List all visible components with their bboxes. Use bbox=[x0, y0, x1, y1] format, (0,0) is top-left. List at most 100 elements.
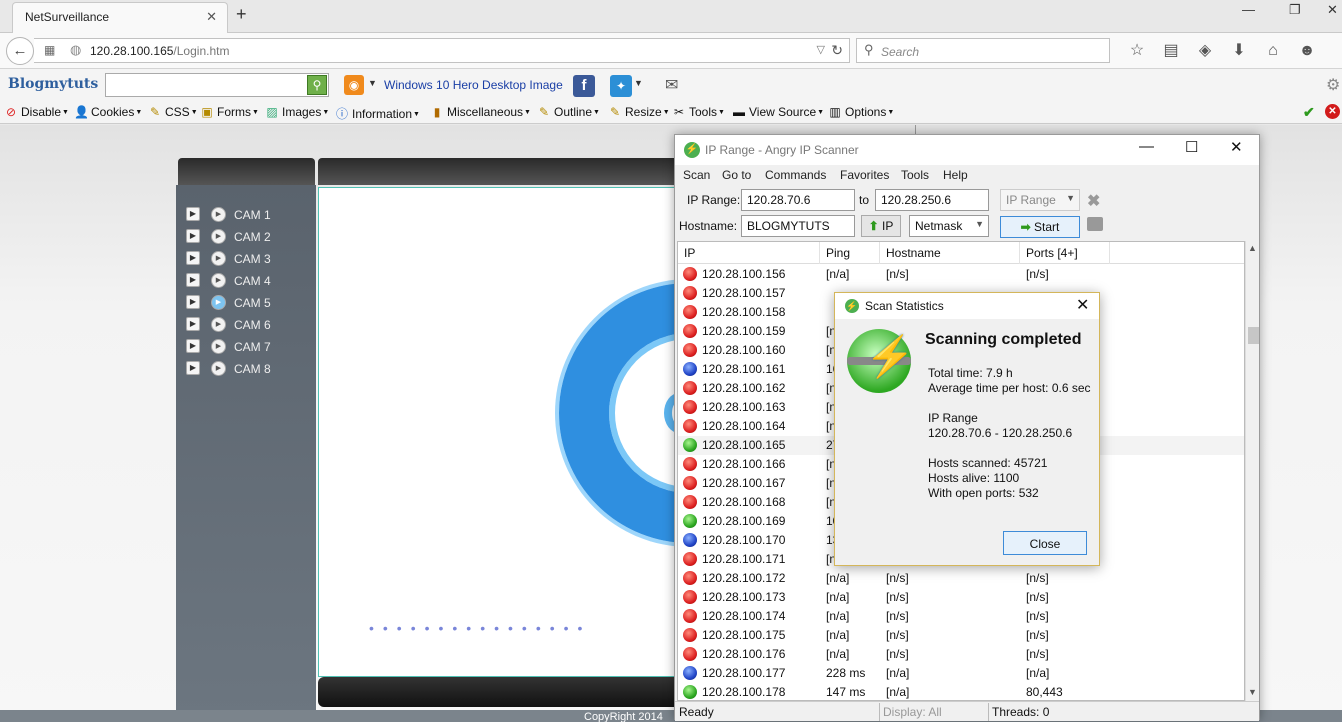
close-tab-icon[interactable]: ✕ bbox=[206, 9, 217, 25]
devbar-images[interactable]: ▨ Images▼ bbox=[265, 105, 329, 119]
hostname-input[interactable]: BLOGMYTUTS bbox=[741, 215, 855, 237]
play-icon[interactable]: ▶ bbox=[186, 361, 200, 375]
menu-commands[interactable]: Commands bbox=[765, 168, 826, 182]
devbar-cookies[interactable]: 👤 Cookies▼ bbox=[74, 105, 142, 119]
play-icon[interactable]: ▶ bbox=[186, 251, 200, 265]
facebook-icon[interactable]: f bbox=[573, 75, 595, 97]
pocket-icon[interactable]: ◈ bbox=[1188, 40, 1222, 60]
url-dropdown-icon[interactable]: ▽ bbox=[817, 43, 825, 56]
camera-item[interactable]: ▶ ▶ CAM 4 bbox=[186, 271, 306, 293]
minimize-icon[interactable]: — bbox=[1139, 138, 1154, 155]
new-tab-button[interactable]: + bbox=[236, 4, 247, 25]
camera-item-active[interactable]: ▶ ▶ CAM 5 bbox=[186, 293, 306, 315]
range-mode-select[interactable]: IP Range ▼ bbox=[1000, 189, 1080, 211]
restore-icon[interactable]: ❐ bbox=[1289, 2, 1301, 18]
play-icon[interactable]: ▶ bbox=[186, 317, 200, 331]
devbar-tools[interactable]: ✂ Tools▼ bbox=[672, 105, 725, 119]
play-icon[interactable]: ▶ bbox=[186, 273, 200, 287]
menu-scan[interactable]: Scan bbox=[683, 168, 710, 182]
tab-netsurveillance[interactable]: NetSurveillance ✕ bbox=[12, 2, 228, 33]
play-icon[interactable]: ▶ bbox=[186, 339, 200, 353]
devbar-disable[interactable]: ⊘ Disable▼ bbox=[4, 105, 69, 119]
scanner-title-bar[interactable]: ⚡ IP Range - Angry IP Scanner — ☐ ✕ bbox=[675, 135, 1259, 165]
devbar-miscellaneous[interactable]: ▮ Miscellaneous▼ bbox=[430, 105, 531, 119]
stream-icon[interactable]: ▶ bbox=[211, 229, 226, 244]
column-ping[interactable]: Ping bbox=[820, 242, 880, 264]
menu-help[interactable]: Help bbox=[943, 168, 968, 182]
bookmark-star-icon[interactable]: ☆ bbox=[1120, 40, 1154, 60]
table-row[interactable]: 120.28.100.178 147 ms [n/a] 80,443 bbox=[678, 683, 1244, 700]
stream-icon[interactable]: ▶ bbox=[211, 273, 226, 288]
hello-icon[interactable]: ☻ bbox=[1290, 42, 1324, 60]
table-row[interactable]: 120.28.100.172 [n/a] [n/s] [n/s] bbox=[678, 569, 1244, 588]
sidebar-toggle-icon[interactable]: ▦ bbox=[44, 43, 55, 57]
bookmark-link[interactable]: Windows 10 Hero Desktop Image bbox=[384, 78, 563, 92]
search-input[interactable]: ⚲ Search bbox=[856, 38, 1110, 63]
play-icon[interactable]: ▶ bbox=[186, 229, 200, 243]
table-row[interactable]: 120.28.100.173 [n/a] [n/s] [n/s] bbox=[678, 588, 1244, 607]
home-icon[interactable]: ⌂ bbox=[1256, 42, 1290, 60]
scroll-up-icon[interactable]: ▲ bbox=[1248, 243, 1257, 253]
close-window-icon[interactable]: ✕ bbox=[1327, 2, 1338, 18]
ip-from-input[interactable]: 120.28.70.6 bbox=[741, 189, 855, 211]
stream-icon[interactable]: ▶ bbox=[211, 207, 226, 222]
scroll-thumb[interactable] bbox=[1248, 327, 1259, 344]
start-button[interactable]: ➡ Start bbox=[1000, 216, 1080, 238]
back-button[interactable]: ← bbox=[6, 37, 34, 65]
devbar-view-source[interactable]: ▬ View Source▼ bbox=[732, 105, 824, 119]
table-row[interactable]: 120.28.100.175 [n/a] [n/s] [n/s] bbox=[678, 626, 1244, 645]
brand-logo[interactable]: Blogmytuts bbox=[8, 76, 98, 92]
camera-item[interactable]: ▶ ▶ CAM 7 bbox=[186, 337, 306, 359]
camera-item[interactable]: ▶ ▶ CAM 3 bbox=[186, 249, 306, 271]
netmask-select[interactable]: Netmask ▼ bbox=[909, 215, 989, 237]
dialog-close-icon[interactable]: ✕ bbox=[1076, 295, 1089, 315]
fetchers-icon[interactable] bbox=[1087, 217, 1103, 231]
rss-dropdown-icon[interactable]: ▼ bbox=[368, 78, 377, 88]
devbar-forms[interactable]: ▣ Forms▼ bbox=[200, 105, 259, 119]
url-bar[interactable]: ▦ ◍ 120.28.100.165/Login.htm ▽ ↻ bbox=[34, 38, 850, 63]
stream-active-icon[interactable]: ▶ bbox=[211, 295, 226, 310]
twitter-dropdown-icon[interactable]: ▼ bbox=[634, 78, 643, 88]
url-text[interactable]: 120.28.100.165/Login.htm bbox=[90, 44, 229, 58]
toolbar-search-button[interactable]: ⚲ bbox=[307, 75, 327, 95]
reading-list-icon[interactable]: ▤ bbox=[1154, 40, 1188, 60]
table-row[interactable]: 120.28.100.177 228 ms [n/a] [n/a] bbox=[678, 664, 1244, 683]
gear-icon[interactable]: ⚙ bbox=[1326, 75, 1340, 95]
close-button[interactable]: Close bbox=[1003, 531, 1087, 555]
column-ports[interactable]: Ports [4+] bbox=[1020, 242, 1110, 264]
toolbar-search-input[interactable]: ⚲ bbox=[105, 73, 329, 97]
devbar-css[interactable]: ✎ CSS▼ bbox=[148, 105, 198, 119]
menu-tools[interactable]: Tools bbox=[901, 168, 929, 182]
validation-ok-icon[interactable]: ✔ bbox=[1303, 104, 1315, 121]
play-icon[interactable]: ▶ bbox=[186, 295, 200, 309]
download-icon[interactable]: ⬇ bbox=[1222, 40, 1256, 60]
stream-icon[interactable]: ▶ bbox=[211, 339, 226, 354]
maximize-icon[interactable]: ☐ bbox=[1185, 138, 1198, 156]
ip-to-input[interactable]: 120.28.250.6 bbox=[875, 189, 989, 211]
twitter-icon[interactable]: ✦ bbox=[610, 75, 632, 97]
scroll-down-icon[interactable]: ▼ bbox=[1248, 687, 1257, 697]
table-row[interactable]: 120.28.100.156 [n/a] [n/s] [n/s] bbox=[678, 265, 1244, 284]
stream-icon[interactable]: ▶ bbox=[211, 361, 226, 376]
devbar-outline[interactable]: ✎ Outline▼ bbox=[537, 105, 600, 119]
stream-icon[interactable]: ▶ bbox=[211, 251, 226, 266]
close-icon[interactable]: ✕ bbox=[1230, 138, 1243, 156]
error-icon[interactable]: ✕ bbox=[1325, 104, 1340, 119]
column-hostname[interactable]: Hostname bbox=[880, 242, 1020, 264]
column-ip[interactable]: IP bbox=[678, 242, 820, 264]
devbar-resize[interactable]: ✎ Resize▼ bbox=[608, 105, 670, 119]
stream-icon[interactable]: ▶ bbox=[211, 317, 226, 332]
camera-item[interactable]: ▶ ▶ CAM 2 bbox=[186, 227, 306, 249]
play-icon[interactable]: ▶ bbox=[186, 207, 200, 221]
ip-up-button[interactable]: ⬆ IP bbox=[861, 215, 901, 237]
minimize-icon[interactable]: — bbox=[1242, 2, 1255, 17]
devbar-information[interactable]: ⓘ Information▼ bbox=[335, 105, 420, 122]
camera-item[interactable]: ▶ ▶ CAM 6 bbox=[186, 315, 306, 337]
dialog-title-bar[interactable]: ⚡ Scan Statistics ✕ bbox=[835, 293, 1099, 319]
table-scrollbar[interactable]: ▲ ▼ bbox=[1245, 241, 1259, 701]
clear-icon[interactable]: ✖ bbox=[1087, 191, 1100, 211]
rss-icon[interactable]: ◉ bbox=[344, 75, 364, 95]
table-row[interactable]: 120.28.100.176 [n/a] [n/s] [n/s] bbox=[678, 645, 1244, 664]
camera-item[interactable]: ▶ ▶ CAM 8 bbox=[186, 359, 306, 381]
mail-icon[interactable]: ✉ bbox=[665, 75, 678, 95]
